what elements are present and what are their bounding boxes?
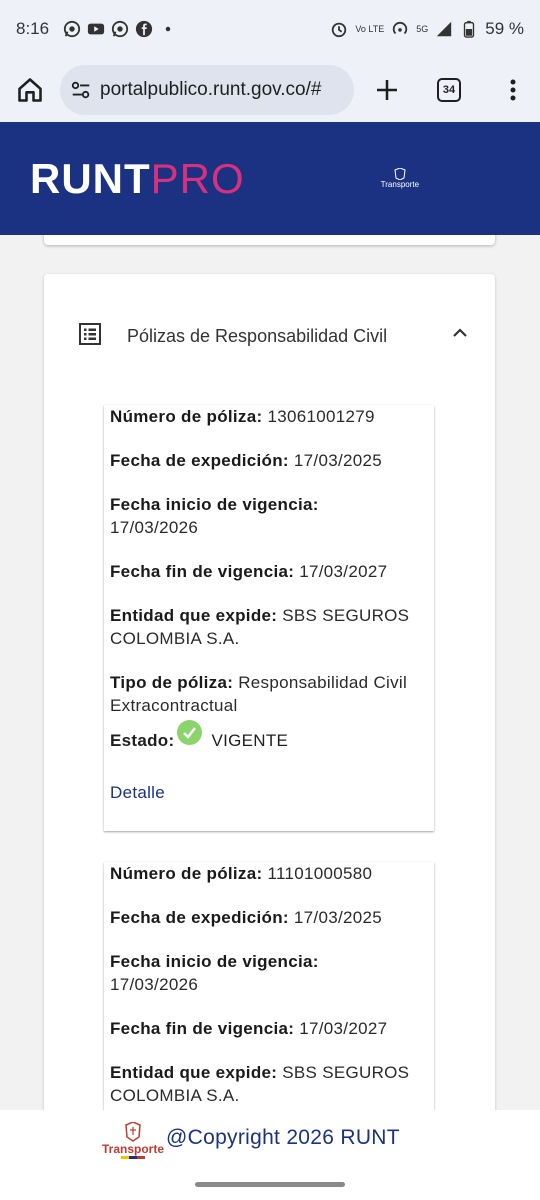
logo-pro: PRO (150, 154, 245, 202)
previous-section-card (44, 235, 495, 245)
end-date: 17/03/2027 (299, 1019, 388, 1038)
label-estado: Estado: (110, 731, 175, 750)
browser-toolbar: portalpublico.runt.gov.co/# 34 (0, 58, 540, 122)
issuer-row: Entidad que expide: SBS SEGUROS COLOMBIA… (110, 1061, 428, 1107)
ministry-label: Transporte (380, 180, 420, 189)
policy-number: 13061001279 (267, 407, 375, 426)
section-header[interactable]: Pólizas de Responsabilidad Civil (44, 274, 495, 399)
policy-status: VIGENTE (211, 731, 289, 750)
issuer-row: Entidad que expide: SBS SEGUROS COLOMBIA… (110, 604, 428, 650)
label-inicio: Fecha inicio de vigencia: (110, 952, 319, 971)
issue-date: 17/03/2025 (293, 451, 383, 470)
list-icon (79, 323, 101, 345)
facebook-icon (135, 20, 153, 38)
end-date: 17/03/2027 (299, 562, 388, 581)
label-inicio: Fecha inicio de vigencia: (110, 495, 319, 514)
issue-date-row: Fecha de expedición: 17/03/2025 (110, 906, 428, 929)
url-text[interactable]: portalpublico.runt.gov.co/# (100, 79, 321, 101)
hotspot-icon (393, 21, 408, 35)
policy-number-row: Número de póliza: 13061001279 (110, 405, 428, 428)
status-bar: 8:16 Vo LTE 5G 59 % (0, 0, 540, 58)
policy-card: Número de póliza: 13061001279 Fecha de e… (104, 405, 434, 831)
section-title: Pólizas de Responsabilidad Civil (127, 326, 388, 346)
label-numero: Número de póliza: (110, 864, 263, 883)
logo-runt: RUNT (30, 154, 151, 202)
address-bar[interactable]: portalpublico.runt.gov.co/# (60, 65, 354, 115)
main-content: Pólizas de Responsabilidad Civil Número … (0, 235, 540, 1110)
label-entidad: Entidad que expide: (110, 1063, 278, 1082)
status-row: Estado: VIGENTE (110, 719, 428, 751)
youtube-icon (87, 23, 105, 35)
detalle-link[interactable]: Detalle (110, 783, 428, 803)
polizas-section-card: Pólizas de Responsabilidad Civil Número … (44, 274, 495, 1110)
site-header: RUNTPRO Transporte (0, 122, 540, 235)
issue-date: 17/03/2025 (293, 908, 383, 927)
status-time: 8:16 (16, 19, 50, 38)
home-icon[interactable] (16, 76, 44, 104)
label-expedicion: Fecha de expedición: (110, 451, 289, 470)
new-tab-button[interactable] (373, 76, 401, 104)
whatsapp-icon (63, 20, 81, 38)
label-entidad: Entidad que expide: (110, 606, 278, 625)
start-date: 17/03/2026 (110, 975, 199, 994)
coat-of-arms-icon (394, 168, 406, 180)
label-expedicion: Fecha de expedición: (110, 908, 289, 927)
end-date-row: Fecha fin de vigencia: 17/03/2027 (110, 560, 428, 583)
browser-menu-button[interactable] (499, 76, 527, 104)
chevron-up-icon[interactable] (450, 323, 470, 343)
start-date-row: Fecha inicio de vigencia: 17/03/2026 (110, 493, 428, 539)
ministry-logo: Transporte (381, 168, 419, 189)
copyright-text: @Copyright 2026 RUNT (166, 1126, 400, 1149)
gesture-bar[interactable] (195, 1182, 345, 1187)
start-date-row: Fecha inicio de vigencia: 17/03/2026 (110, 950, 428, 996)
check-circle-icon (177, 719, 203, 745)
colombia-flag (121, 1156, 145, 1159)
coat-of-arms-icon (125, 1122, 141, 1142)
alarm-icon (332, 22, 347, 38)
label-tipo: Tipo de póliza: (110, 673, 234, 692)
runt-pro-logo[interactable]: RUNTPRO (30, 155, 245, 203)
label-numero: Número de póliza: (110, 407, 263, 426)
label-fin: Fecha fin de vigencia: (110, 1019, 295, 1038)
start-date: 17/03/2026 (110, 518, 199, 537)
footer-logo-text: Transporte (101, 1142, 164, 1156)
network-type: 5G (416, 23, 429, 34)
battery-percent: 59 % (485, 19, 524, 38)
policy-number-row: Número de póliza: 11101000580 (110, 862, 428, 885)
site-footer: Transporte @Copyright 2026 RUNT (0, 1110, 540, 1200)
site-settings-icon[interactable] (70, 79, 92, 101)
transporte-logo: Transporte (100, 1122, 166, 1166)
tab-count: 34 (437, 78, 461, 102)
policy-card: Número de póliza: 11101000580 Fecha de e… (104, 862, 434, 1110)
policy-type-row: Tipo de póliza: Responsabilidad Civil Ex… (110, 671, 428, 717)
notification-icons (63, 20, 177, 38)
volte-indicator: Vo LTE (355, 23, 385, 34)
battery-icon (464, 20, 475, 38)
dot-icon (165, 26, 171, 32)
plus-icon (377, 80, 397, 100)
policy-number: 11101000580 (267, 864, 373, 883)
tab-switcher-button[interactable]: 34 (435, 76, 463, 104)
more-vert-icon (510, 79, 516, 101)
end-date-row: Fecha fin de vigencia: 17/03/2027 (110, 1017, 428, 1040)
whatsapp-icon (111, 20, 129, 38)
label-fin: Fecha fin de vigencia: (110, 562, 295, 581)
signal-icon (437, 21, 452, 37)
issue-date-row: Fecha de expedición: 17/03/2025 (110, 449, 428, 472)
